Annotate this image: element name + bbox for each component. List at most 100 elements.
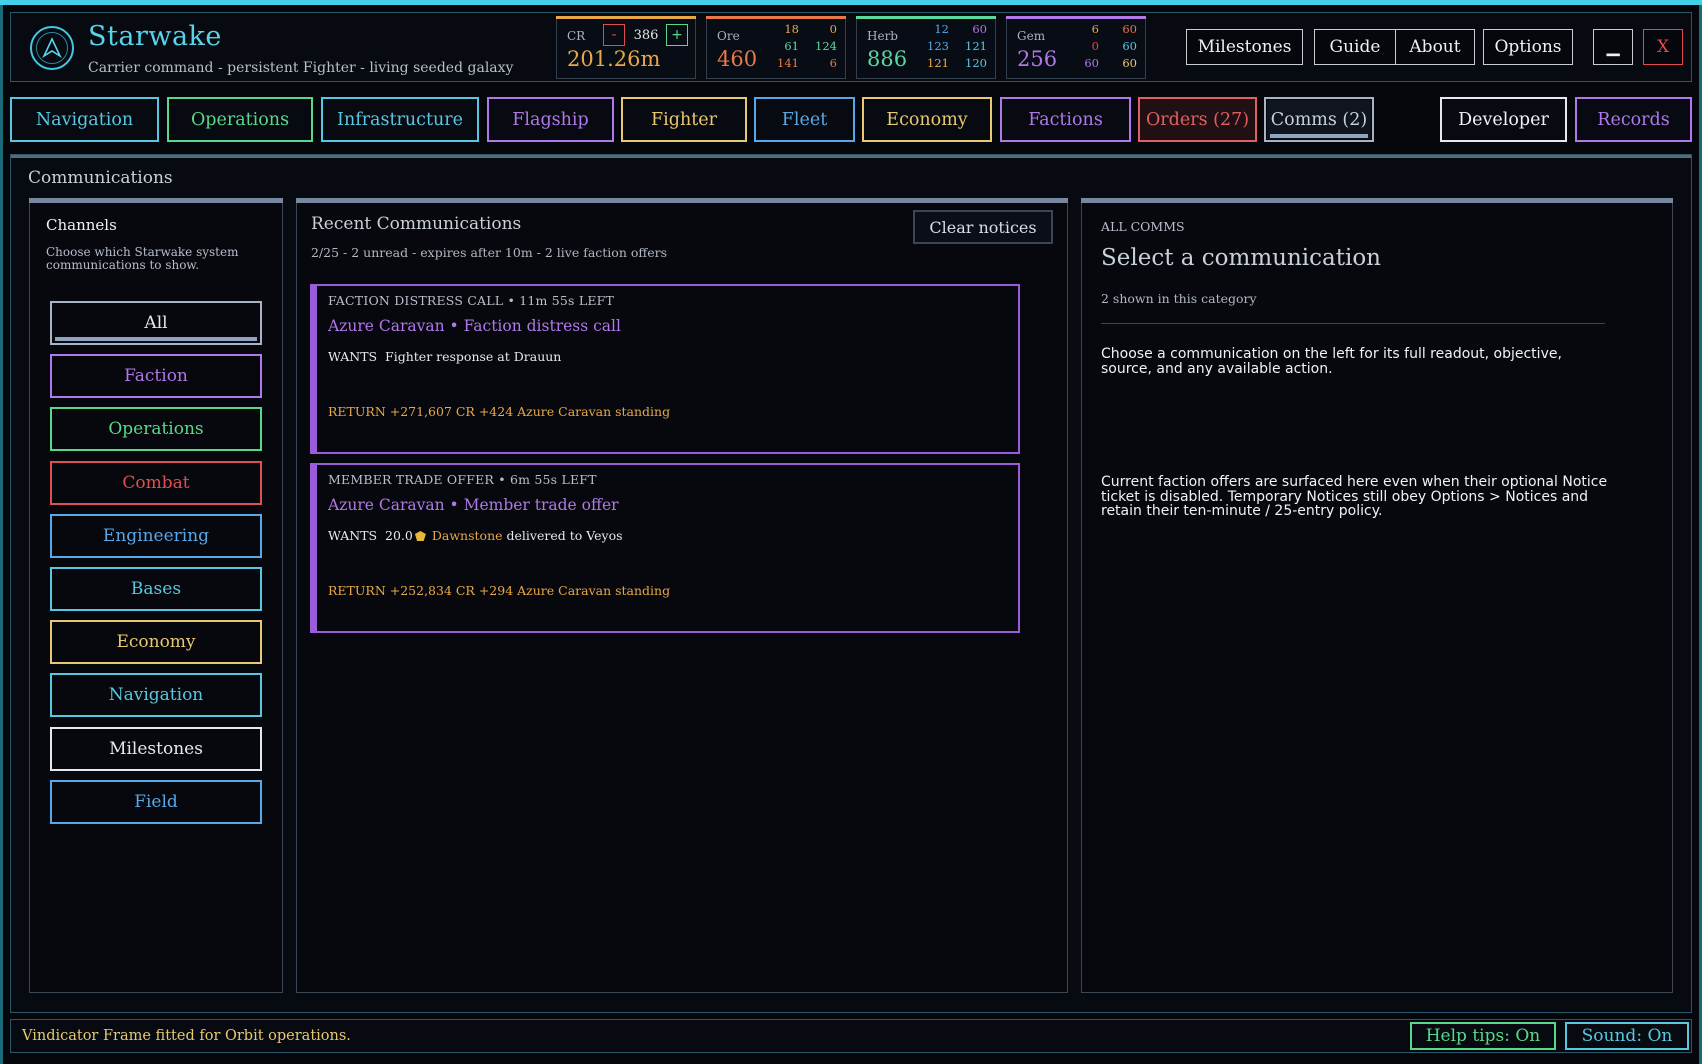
herb-mini-value: 60	[972, 22, 987, 36]
cr-label: CR	[567, 29, 586, 43]
gem-mini-value: 60	[1122, 56, 1137, 70]
comm-card-return: RETURN +252,834 CR +294 Azure Caravan st…	[328, 583, 671, 598]
tab-comms[interactable]: Comms (2)	[1264, 97, 1374, 142]
comm-card-wants: WANTS 20.0 Dawnstone delivered to Veyos	[328, 528, 623, 543]
gem-mini-value: 60	[1122, 22, 1137, 36]
tab-fighter[interactable]: Fighter	[621, 97, 747, 142]
tab-navigation[interactable]: Navigation	[10, 97, 159, 142]
cr-decrement-button[interactable]: -	[603, 24, 625, 46]
sound-toggle[interactable]: Sound: On	[1565, 1022, 1689, 1050]
wants-text: Fighter response at Drauun	[385, 349, 562, 364]
ore-mini-value: 61	[784, 39, 799, 53]
ore-label: Ore	[717, 29, 740, 43]
tab-infrastructure[interactable]: Infrastructure	[321, 97, 479, 142]
herb-mini-value: 121	[927, 56, 949, 70]
channel-field[interactable]: Field	[50, 780, 262, 824]
ore-mini-value: 124	[815, 39, 837, 53]
detail-count: 2 shown in this category	[1101, 291, 1257, 306]
channel-combat[interactable]: Combat	[50, 461, 262, 505]
app-subtitle: Carrier command - persistent Fighter - l…	[88, 60, 514, 76]
channel-operations[interactable]: Operations	[50, 407, 262, 451]
comm-card[interactable]: FACTION DISTRESS CALL • 11m 55s LEFT Azu…	[310, 284, 1020, 454]
milestones-button[interactable]: Milestones	[1186, 29, 1303, 65]
herb-label: Herb	[867, 29, 898, 43]
herb-total: 886	[867, 47, 908, 71]
top-accent-line	[0, 0, 1702, 5]
wants-label: WANTS	[328, 349, 378, 364]
cr-accent-bar	[556, 16, 696, 19]
ore-resource-panel: Ore 460 18 0 61 124 141 6	[706, 16, 846, 79]
ore-mini-value: 6	[829, 56, 837, 70]
tab-fleet[interactable]: Fleet	[754, 97, 855, 142]
detail-category-tag: ALL COMMS	[1101, 219, 1185, 234]
channel-faction[interactable]: Faction	[50, 354, 262, 398]
about-button[interactable]: About	[1395, 29, 1475, 65]
channel-engineering[interactable]: Engineering	[50, 514, 262, 558]
detail-instructions: Choose a communication on the left for i…	[1101, 346, 1562, 377]
minimize-button[interactable]: ▁	[1593, 29, 1633, 65]
comm-card-heading: Azure Caravan • Member trade offer	[328, 496, 619, 514]
tab-developer[interactable]: Developer	[1440, 97, 1567, 142]
column-top-strip	[296, 198, 1068, 203]
comm-card-tag: FACTION DISTRESS CALL • 11m 55s LEFT	[328, 293, 615, 308]
herb-mini-value: 123	[927, 39, 949, 53]
channels-column: Channels Choose which Starwake system co…	[29, 198, 283, 993]
channel-all-label: All	[144, 313, 168, 333]
tab-factions[interactable]: Factions	[1000, 97, 1131, 142]
column-top-strip	[29, 198, 283, 203]
herb-mini-value: 12	[934, 22, 949, 36]
channel-bases[interactable]: Bases	[50, 567, 262, 611]
help-tips-toggle[interactable]: Help tips: On	[1410, 1022, 1556, 1050]
tab-records[interactable]: Records	[1575, 97, 1692, 142]
cr-stepper-value[interactable]: 386	[627, 28, 665, 43]
gem-mini-value: 6	[1091, 22, 1099, 36]
active-tab-indicator	[1270, 134, 1368, 138]
frame-left-edge	[0, 5, 3, 1064]
app-header: Starwake Carrier command - persistent Fi…	[10, 12, 1692, 82]
wants-rest: delivered to Veyos	[506, 528, 623, 543]
tab-comms-label: Comms (2)	[1270, 109, 1368, 130]
wants-item: Dawnstone	[431, 528, 503, 543]
options-button[interactable]: Options	[1483, 29, 1573, 65]
comm-card-heading: Azure Caravan • Faction distress call	[328, 317, 621, 335]
gem-mini-value: 60	[1084, 56, 1099, 70]
channel-economy[interactable]: Economy	[50, 620, 262, 664]
tab-economy[interactable]: Economy	[862, 97, 992, 142]
gem-mini-value: 60	[1122, 39, 1137, 53]
cr-increment-button[interactable]: +	[666, 24, 688, 46]
channel-all[interactable]: All	[50, 301, 262, 345]
page-title: Communications	[28, 168, 173, 188]
tab-flagship[interactable]: Flagship	[487, 97, 614, 142]
comm-card[interactable]: MEMBER TRADE OFFER • 6m 55s LEFT Azure C…	[310, 463, 1020, 633]
channels-description: Choose which Starwake system communicati…	[46, 245, 239, 272]
herb-mini-value: 121	[965, 39, 987, 53]
ring-emblem-icon	[30, 26, 74, 70]
recent-title: Recent Communications	[311, 214, 522, 234]
ore-mini-value: 0	[829, 22, 837, 36]
channel-navigation[interactable]: Navigation	[50, 673, 262, 717]
tab-orders[interactable]: Orders (27)	[1138, 97, 1257, 142]
panel-top-strip	[11, 155, 1691, 158]
gem-accent-bar	[1006, 16, 1146, 19]
wants-label: WANTS	[328, 528, 378, 543]
crystal-icon	[414, 531, 426, 541]
column-top-strip	[1081, 198, 1673, 203]
herb-mini-value: 120	[965, 56, 987, 70]
comm-card-tag: MEMBER TRADE OFFER • 6m 55s LEFT	[328, 472, 597, 487]
channel-milestones[interactable]: Milestones	[50, 727, 262, 771]
clear-notices-button[interactable]: Clear notices	[913, 210, 1053, 244]
herb-resource-panel: Herb 886 12 60 123 121 121 120	[856, 16, 996, 79]
gem-resource-panel: Gem 256 6 60 0 60 60 60	[1006, 16, 1146, 79]
ore-mini-value: 141	[777, 56, 799, 70]
cr-total: 201.26m	[567, 47, 661, 71]
close-button[interactable]: X	[1643, 29, 1683, 65]
status-message: Vindicator Frame fitted for Orbit operat…	[22, 1028, 351, 1044]
detail-title: Select a communication	[1101, 245, 1381, 271]
active-channel-indicator	[55, 337, 257, 341]
comm-card-return: RETURN +271,607 CR +424 Azure Caravan st…	[328, 404, 671, 419]
tab-operations[interactable]: Operations	[167, 97, 313, 142]
herb-accent-bar	[856, 16, 996, 19]
guide-button[interactable]: Guide	[1314, 29, 1396, 65]
status-bar: Vindicator Frame fitted for Orbit operat…	[10, 1019, 1692, 1053]
ore-mini-value: 18	[784, 22, 799, 36]
